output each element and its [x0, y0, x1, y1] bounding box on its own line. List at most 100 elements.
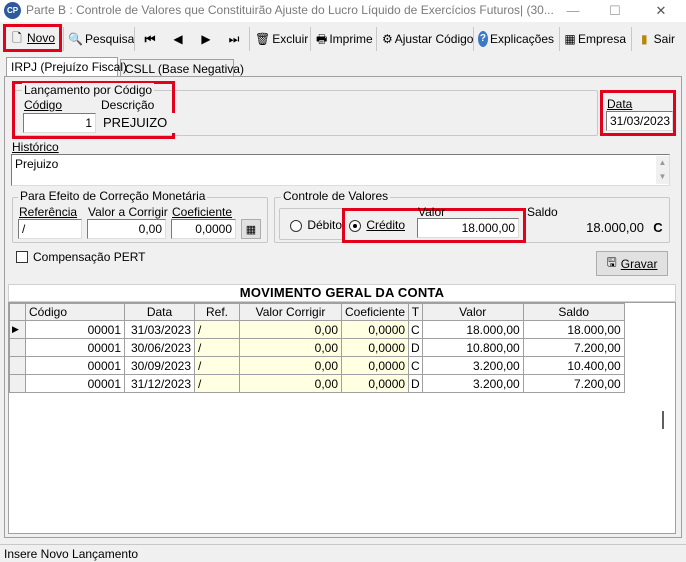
table-row[interactable]: ▶ 00001 31/03/2023 / 0,00 0,0000 C 18.00…	[9, 320, 625, 339]
cell-valor: 3.200,00	[421, 374, 524, 393]
codigo-label: Código	[24, 98, 63, 112]
saldo-value: 18.000,00	[526, 218, 647, 238]
cell-valor-corrigir: 0,00	[239, 356, 342, 375]
first-record-button[interactable]: ⏮	[137, 26, 163, 52]
cell-valor: 3.200,00	[421, 356, 524, 375]
prev-icon: ◀	[173, 32, 183, 46]
imprime-button[interactable]: 🖶 Imprime	[313, 26, 375, 52]
explicacoes-label: Explicações	[489, 32, 554, 46]
compensacao-label: Compensação PERT	[33, 250, 146, 264]
prev-record-button[interactable]: ◀	[165, 26, 191, 52]
cell-t: D	[408, 338, 423, 357]
first-icon: ⏮	[144, 31, 156, 46]
row-indicator	[9, 356, 26, 375]
historico-label: Histórico	[12, 140, 59, 154]
novo-button[interactable]: 🗋 Novo	[3, 24, 62, 52]
sair-label: Sair	[653, 32, 675, 46]
toolbar-separator	[631, 27, 632, 51]
credito-radio[interactable]: Crédito	[349, 218, 405, 232]
header-valor-corrigir[interactable]: Valor Corrigir	[239, 303, 342, 321]
table-row[interactable]: 00001 31/12/2023 / 0,00 0,0000 D 3.200,0…	[9, 374, 625, 393]
toolbar-separator	[134, 27, 135, 51]
row-indicator	[9, 374, 26, 393]
empresa-button[interactable]: ▦ Empresa	[561, 26, 629, 52]
sair-button[interactable]: ▮ Sair	[634, 26, 678, 52]
debito-radio-circle	[290, 219, 302, 232]
cell-coeficiente: 0,0000	[340, 338, 410, 357]
valor-corrigir-label: Valor a Corrigir	[88, 205, 168, 219]
table-row[interactable]: 00001 30/06/2023 / 0,00 0,0000 D 10.800,…	[9, 338, 625, 357]
valor-label: Valor	[418, 205, 446, 219]
magnifier-icon: 🔍	[68, 32, 83, 46]
valor-corrigir-input[interactable]: 0,00	[87, 219, 166, 239]
descricao-field: PREJUIZO	[100, 113, 594, 133]
lancamento-group-label: Lançamento por Código	[22, 83, 155, 97]
referencia-input[interactable]: /	[18, 219, 82, 239]
toolbar-separator	[559, 27, 560, 51]
cell-codigo: 00001	[25, 320, 125, 339]
save-icon: 🖫	[606, 255, 617, 269]
exit-door-icon: ▮	[641, 32, 648, 46]
grid-indicator-header	[9, 303, 26, 321]
codigo-input[interactable]: 1	[23, 113, 96, 133]
toolbar-separator	[249, 27, 250, 51]
window-title: Parte B : Controle de Valores que Consti…	[26, 3, 554, 17]
movimento-table: Código Data Ref. Valor Corrigir Coeficie…	[9, 303, 625, 393]
next-record-button[interactable]: ▶	[193, 26, 219, 52]
explicacoes-button[interactable]: ? Explicações	[475, 26, 557, 52]
historico-scrollbar[interactable]: ▲ ▼	[656, 156, 669, 184]
cell-coeficiente: 0,0000	[340, 320, 410, 339]
header-t[interactable]: T	[408, 303, 423, 321]
grid-scrollbar-thumb[interactable]	[662, 411, 664, 429]
gravar-button[interactable]: 🖫 Gravar	[596, 251, 668, 276]
row-indicator-icon: ▶	[9, 320, 26, 339]
header-coeficiente[interactable]: Coeficiente	[340, 303, 410, 321]
new-document-icon: 🗋	[12, 31, 22, 45]
descricao-label: Descrição	[101, 98, 155, 112]
calendar-icon: ▦	[564, 32, 576, 46]
novo-label: Novo	[27, 31, 56, 45]
header-saldo[interactable]: Saldo	[522, 303, 625, 321]
printer-icon: 🖶	[316, 32, 328, 46]
maximize-button[interactable]: ☐	[592, 0, 638, 22]
movimento-grid[interactable]: Código Data Ref. Valor Corrigir Coeficie…	[8, 302, 676, 534]
cell-saldo: 18.000,00	[522, 320, 625, 339]
table-row[interactable]: 00001 30/09/2023 / 0,00 0,0000 C 3.200,0…	[9, 356, 625, 375]
ajustar-codigo-button[interactable]: ⚙ Ajustar Código	[379, 26, 473, 52]
calculator-button[interactable]: ▦	[241, 219, 261, 239]
valor-input[interactable]: 18.000,00	[417, 218, 519, 238]
cell-t: C	[408, 356, 423, 375]
excluir-button[interactable]: 🗑 Excluir	[252, 26, 308, 52]
pesquisa-label: Pesquisa	[84, 32, 135, 46]
header-data[interactable]: Data	[124, 303, 195, 321]
toolbar-separator	[376, 27, 377, 51]
last-icon: ⏭	[228, 31, 240, 46]
trash-icon: 🗑	[255, 32, 271, 46]
cell-valor: 18.000,00	[421, 320, 524, 339]
calculator-icon: ▦	[245, 223, 257, 236]
cell-data: 30/09/2023	[124, 356, 195, 375]
minimize-button[interactable]: —	[550, 0, 596, 22]
header-ref[interactable]: Ref.	[194, 303, 240, 321]
imprime-label: Imprime	[329, 32, 373, 46]
toolbar-separator	[473, 27, 474, 51]
cell-saldo: 10.400,00	[522, 356, 625, 375]
header-codigo[interactable]: Código	[25, 303, 125, 321]
cell-coeficiente: 0,0000	[340, 356, 410, 375]
debito-label: Débito	[307, 218, 343, 232]
pesquisa-button[interactable]: 🔍 Pesquisa	[65, 26, 135, 52]
cell-valor: 10.800,00	[421, 338, 524, 357]
cell-codigo: 00001	[25, 338, 125, 357]
cell-data: 31/12/2023	[124, 374, 195, 393]
data-input[interactable]: 31/03/2023	[606, 111, 673, 131]
saldo-type: C	[650, 218, 666, 238]
historico-textarea[interactable]: Prejuizo	[11, 154, 670, 186]
last-record-button[interactable]: ⏭	[221, 26, 247, 52]
coeficiente-label: Coeficiente	[172, 205, 233, 219]
header-valor[interactable]: Valor	[421, 303, 524, 321]
compensacao-checkbox[interactable]	[16, 251, 28, 263]
coeficiente-input[interactable]: 0,0000	[171, 219, 236, 239]
credito-label: Crédito	[366, 218, 406, 232]
debito-radio[interactable]: Débito	[290, 218, 342, 232]
close-button[interactable]: ✕	[638, 0, 684, 22]
